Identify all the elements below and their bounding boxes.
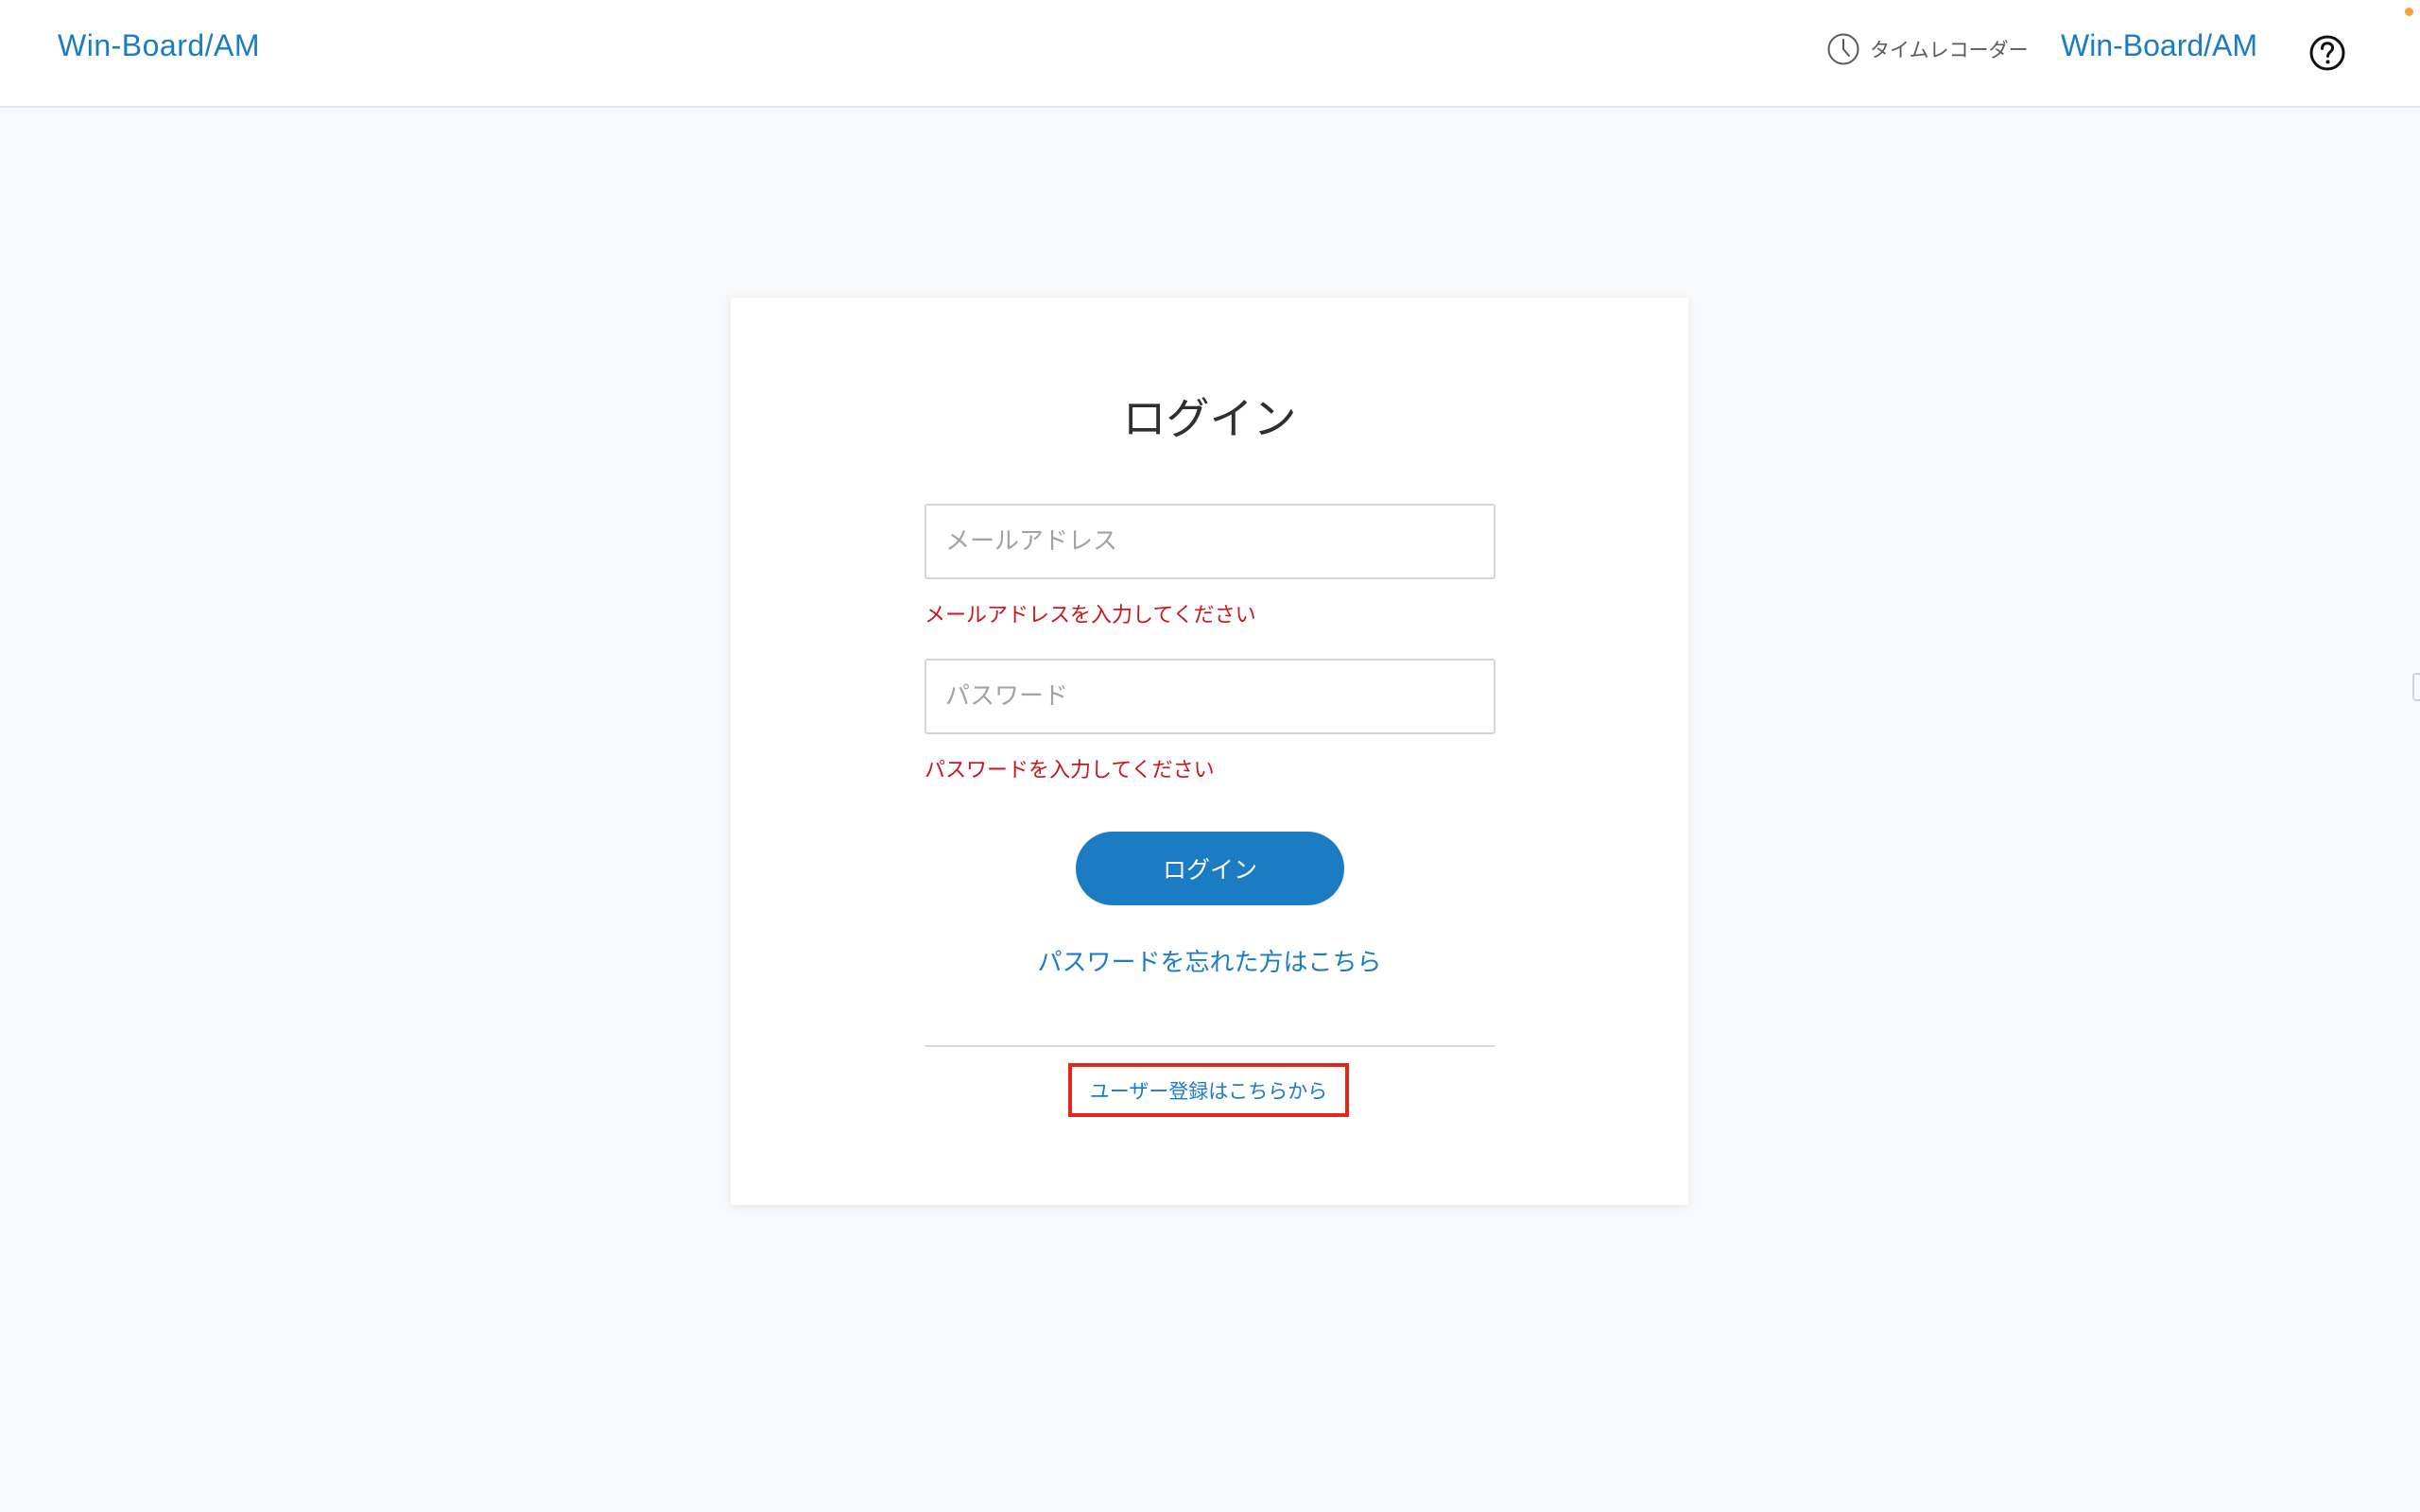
email-field[interactable] xyxy=(925,504,1495,579)
register-highlight-box[interactable]: ユーザー登録はこちらから xyxy=(1068,1063,1349,1117)
top-header: Win-Board/AM タイムレコーダー Win-Board/AM xyxy=(0,0,2420,108)
time-recorder-link[interactable]: タイムレコーダー xyxy=(1826,32,2029,66)
side-edge-tab[interactable] xyxy=(2412,673,2420,701)
login-card: ログイン メールアドレスを入力してください パスワードを入力してください ログイ… xyxy=(731,298,1688,1205)
page-title: ログイン xyxy=(1122,393,1297,444)
email-error-message: メールアドレスを入力してください xyxy=(925,604,1256,627)
time-recorder-label: タイムレコーダー xyxy=(1870,39,2029,61)
help-icon[interactable] xyxy=(2308,34,2346,72)
divider xyxy=(925,1045,1495,1047)
forgot-password-link[interactable]: パスワードを忘れた方はこちら xyxy=(731,943,1688,978)
password-field[interactable] xyxy=(925,659,1495,734)
clock-icon xyxy=(1827,33,1859,65)
login-button[interactable]: ログイン xyxy=(1076,832,1344,905)
brand-right-link[interactable]: Win-Board/AM xyxy=(2061,28,2257,63)
password-error-message: パスワードを入力してください xyxy=(925,759,1215,782)
register-link[interactable]: ユーザー登録はこちらから xyxy=(1090,1076,1328,1105)
brand-logo-link[interactable]: Win-Board/AM xyxy=(58,28,260,63)
notification-dot xyxy=(2405,8,2413,16)
